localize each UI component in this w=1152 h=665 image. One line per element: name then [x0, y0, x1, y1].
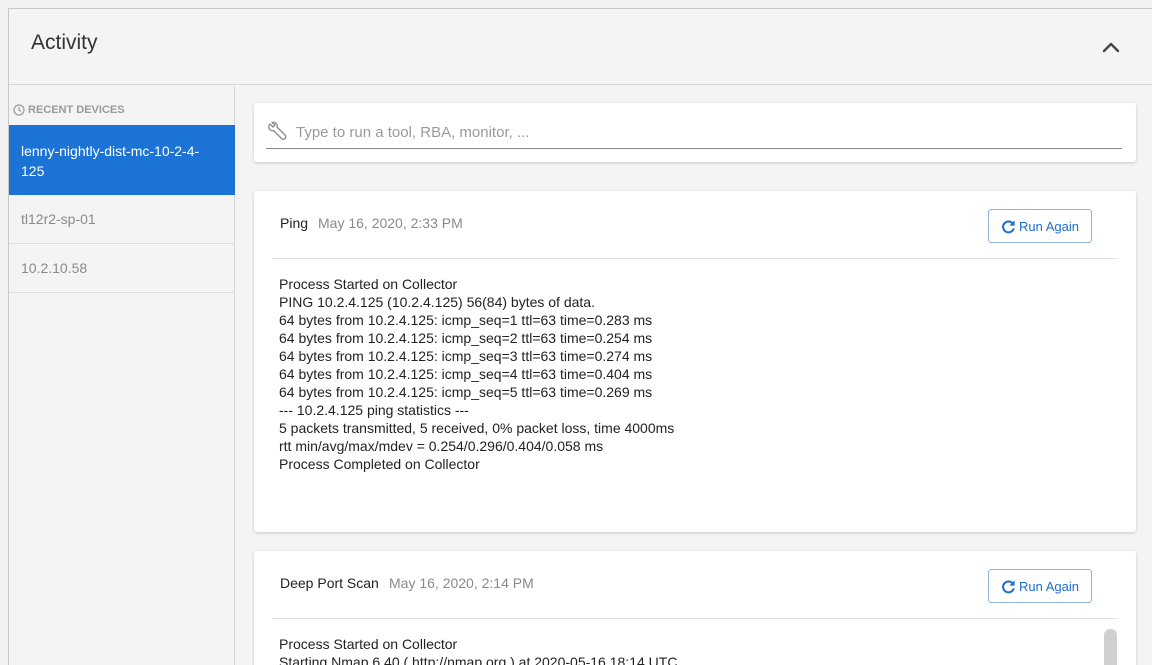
output-line: Process Started on Collector	[279, 276, 458, 292]
panel-title: Activity	[31, 31, 98, 54]
result-title: Ping	[280, 215, 309, 231]
refresh-icon	[1002, 579, 1015, 593]
activity-main: Ping May 16, 2020, 2:33 PM Run Again Pro…	[236, 86, 1152, 665]
device-item-label: tl12r2-sp-01	[21, 211, 96, 227]
device-item-label: lenny-nightly-dist-mc-10-2-4-125	[21, 143, 200, 179]
refresh-icon	[1002, 219, 1015, 233]
run-again-label: Run Again	[1019, 218, 1079, 234]
result-card-header: Ping May 16, 2020, 2:33 PM Run Again	[272, 191, 1118, 259]
output-line: --- 10.2.4.125 ping statistics ---	[279, 402, 469, 418]
tool-search-input[interactable]	[296, 121, 1096, 143]
output-line: 5 packets transmitted, 5 received, 0% pa…	[279, 420, 675, 436]
clock-icon	[13, 104, 25, 116]
output-line: PING 10.2.4.125 (10.2.4.125) 56(84) byte…	[279, 294, 595, 310]
chevron-up-icon	[1102, 42, 1120, 53]
run-again-button[interactable]: Run Again	[988, 569, 1092, 603]
output-line: Process Started on Collector	[279, 636, 458, 652]
recent-devices-heading-label: RECENT DEVICES	[28, 104, 125, 116]
panel-header: Activity	[9, 9, 1152, 85]
tool-search-card	[254, 103, 1136, 162]
wrench-icon	[268, 121, 287, 140]
result-timestamp: May 16, 2020, 2:33 PM	[318, 215, 463, 231]
recent-devices-sidebar: RECENT DEVICES lenny-nightly-dist-mc-10-…	[9, 86, 235, 665]
output-line: 64 bytes from 10.2.4.125: icmp_seq=4 ttl…	[279, 366, 653, 382]
result-card-header: Deep Port Scan May 16, 2020, 2:14 PM Run…	[272, 551, 1118, 619]
result-output: Process Started on Collector PING 10.2.4…	[254, 259, 1136, 473]
output-line: 64 bytes from 10.2.4.125: icmp_seq=1 ttl…	[279, 312, 653, 328]
device-item-lenny-nightly[interactable]: lenny-nightly-dist-mc-10-2-4-125	[9, 125, 235, 195]
output-line: Process Completed on Collector	[279, 456, 480, 472]
result-output: Process Started on Collector Starting Nm…	[254, 619, 1136, 665]
output-line: 64 bytes from 10.2.4.125: icmp_seq=5 ttl…	[279, 384, 653, 400]
device-item-10-2-10-58[interactable]: 10.2.10.58	[9, 244, 235, 293]
result-timestamp: May 16, 2020, 2:14 PM	[389, 575, 534, 591]
output-line: 64 bytes from 10.2.4.125: icmp_seq=2 ttl…	[279, 330, 653, 346]
result-card-deep-port-scan: Deep Port Scan May 16, 2020, 2:14 PM Run…	[254, 551, 1136, 665]
device-item-tl12r2-sp-01[interactable]: tl12r2-sp-01	[9, 195, 235, 244]
recent-devices-heading: RECENT DEVICES	[13, 104, 125, 116]
tool-search-row	[266, 121, 1122, 149]
output-line: rtt min/avg/max/mdev = 0.254/0.296/0.404…	[279, 438, 604, 454]
run-again-label: Run Again	[1019, 578, 1079, 594]
device-item-label: 10.2.10.58	[21, 260, 88, 276]
device-list: lenny-nightly-dist-mc-10-2-4-125 tl12r2-…	[9, 125, 235, 293]
output-line: 64 bytes from 10.2.4.125: icmp_seq=3 ttl…	[279, 348, 653, 364]
result-card-ping: Ping May 16, 2020, 2:33 PM Run Again Pro…	[254, 191, 1136, 532]
result-title: Deep Port Scan	[280, 575, 379, 591]
activity-panel: Activity RECENT DEVICES lenny-nightly-di…	[8, 8, 1152, 665]
output-line: Starting Nmap 6.40 ( http://nmap.org ) a…	[279, 654, 678, 665]
output-scrollbar[interactable]	[1104, 629, 1117, 665]
run-again-button[interactable]: Run Again	[988, 209, 1092, 243]
collapse-button[interactable]	[1100, 36, 1122, 58]
